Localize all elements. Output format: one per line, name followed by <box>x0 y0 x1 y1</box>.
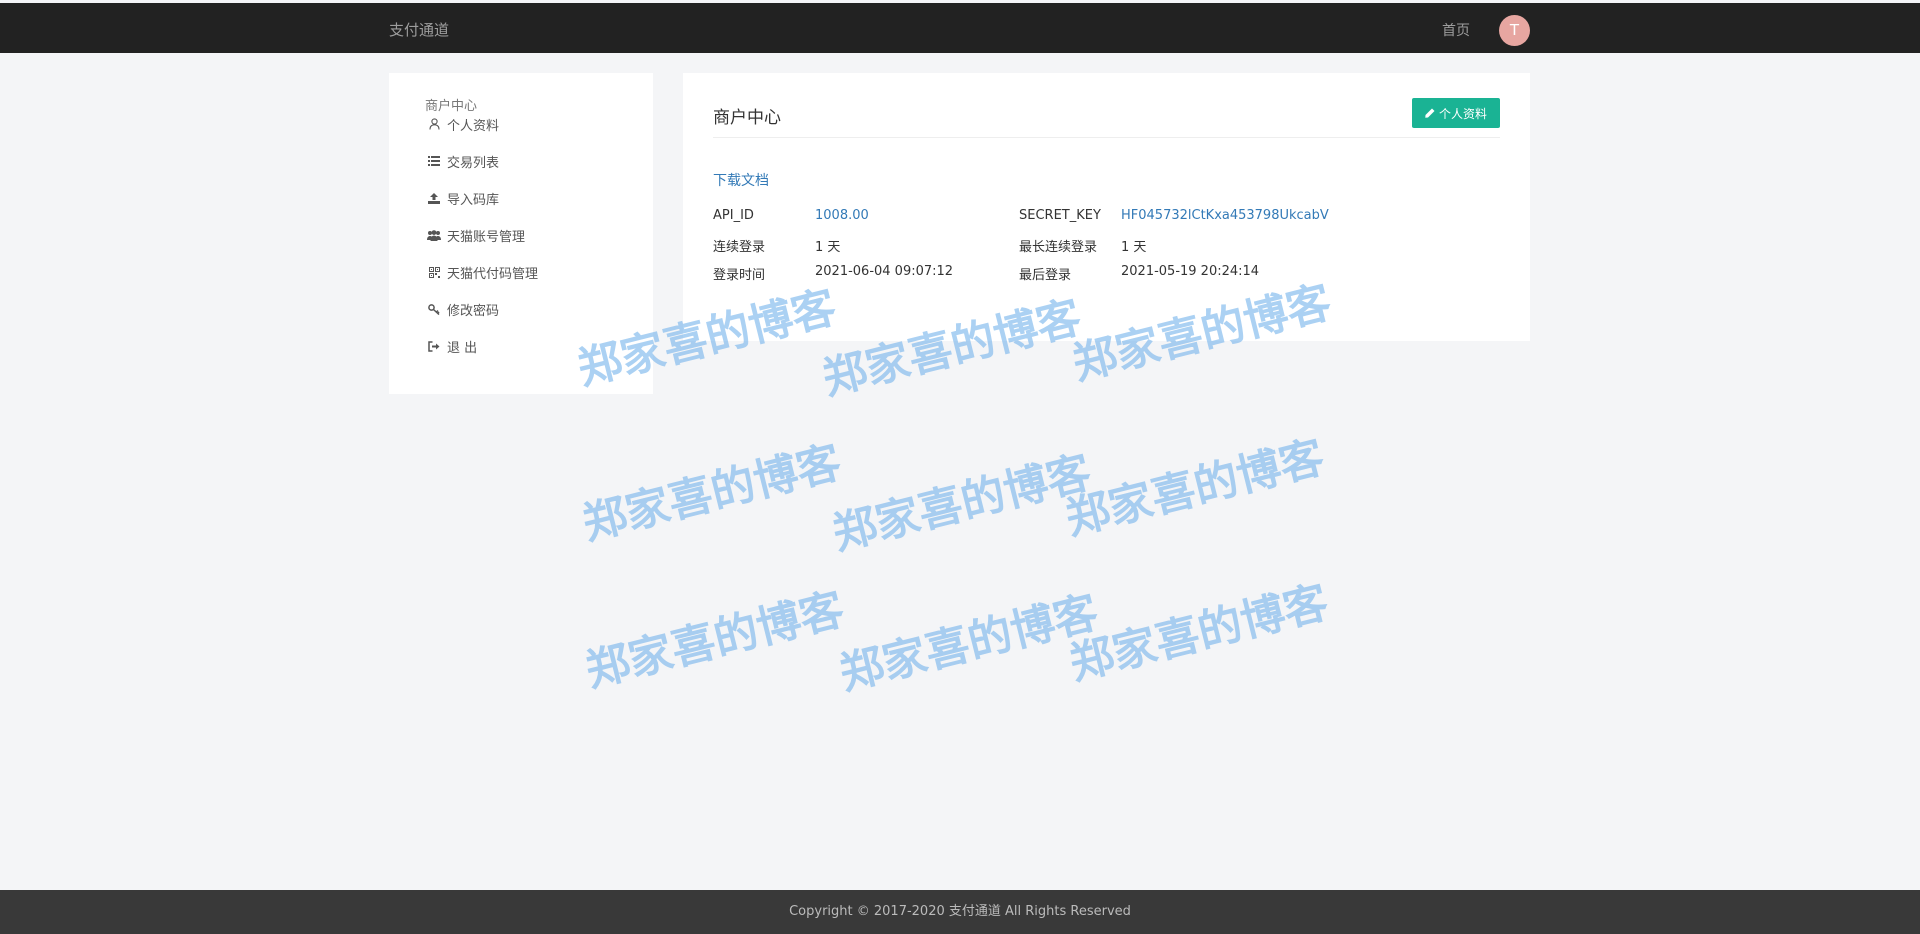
consecutive-login-value: 1 天 <box>815 240 841 255</box>
sidebar-item-transactions[interactable]: 交易列表 <box>427 150 499 172</box>
sidebar-item-change-password[interactable]: 修改密码 <box>427 298 499 320</box>
upload-icon <box>427 191 441 205</box>
profile-button-label: 个人资料 <box>1438 106 1487 121</box>
sidebar-heading: 商户中心 <box>425 99 478 114</box>
login-time-value: 2021-06-04 09:07:12 <box>815 264 954 279</box>
sidebar-item-label: 修改密码 <box>447 303 500 319</box>
longest-login-value: 1 天 <box>1121 240 1147 255</box>
footer: Copyright © 2017-2020 支付通道 All Rights Re… <box>0 890 1920 934</box>
copyright-text: Copyright © 2017-2020 支付通道 All Rights Re… <box>789 904 1131 919</box>
sidebar-item-logout[interactable]: 退 出 <box>427 335 477 357</box>
nav-home-link[interactable]: 首页 <box>1442 20 1470 40</box>
top-navbar: 支付通道 首页 T <box>0 3 1920 53</box>
secret-key-value: HF045732lCtKxa453798UkcabV <box>1121 208 1329 223</box>
last-login-value: 2021-05-19 20:24:14 <box>1121 264 1260 279</box>
watermark: 郑家喜的博客 <box>1060 431 1330 546</box>
page-title: 商户中心 <box>713 108 781 128</box>
watermark: 郑家喜的博客 <box>577 436 847 551</box>
user-avatar[interactable]: T <box>1499 15 1530 46</box>
divider <box>713 137 1500 138</box>
sidebar-item-import[interactable]: 导入码库 <box>427 187 499 209</box>
sidebar: 商户中心 个人资料 交易列表 导入码库 天猫账号管理 天猫代付码管理 修改密码 … <box>389 73 653 394</box>
watermark: 郑家喜的博客 <box>834 586 1104 701</box>
login-time-label: 登录时间 <box>713 268 766 283</box>
sidebar-item-label: 天猫账号管理 <box>447 229 526 245</box>
watermark: 郑家喜的博客 <box>1064 576 1334 691</box>
user-icon <box>427 117 441 131</box>
watermark: 郑家喜的博客 <box>827 446 1097 561</box>
sidebar-item-label: 退 出 <box>447 340 478 356</box>
sidebar-item-label: 个人资料 <box>447 118 500 134</box>
sidebar-item-label: 导入码库 <box>447 192 500 208</box>
watermark: 郑家喜的博客 <box>580 583 850 698</box>
pencil-icon <box>1425 108 1435 118</box>
users-icon <box>427 228 441 242</box>
qrcode-icon <box>427 265 441 279</box>
last-login-label: 最后登录 <box>1019 268 1072 283</box>
merchant-center-panel: 商户中心 个人资料 下载文档 API_ID 1008.00 SECRET_KEY… <box>683 73 1530 341</box>
sidebar-item-profile[interactable]: 个人资料 <box>427 113 499 135</box>
sidebar-item-label: 天猫代付码管理 <box>447 266 539 282</box>
api-id-value: 1008.00 <box>815 208 869 223</box>
sidebar-item-tmall-paycodes[interactable]: 天猫代付码管理 <box>427 261 538 283</box>
sidebar-item-tmall-accounts[interactable]: 天猫账号管理 <box>427 224 525 246</box>
profile-button[interactable]: 个人资料 <box>1412 98 1500 128</box>
consecutive-login-label: 连续登录 <box>713 240 766 255</box>
api-id-label: API_ID <box>713 208 754 223</box>
secret-key-label: SECRET_KEY <box>1019 208 1101 223</box>
sidebar-item-label: 交易列表 <box>447 155 500 171</box>
longest-login-label: 最长连续登录 <box>1019 240 1098 255</box>
download-docs-link[interactable]: 下载文档 <box>713 170 769 190</box>
list-icon <box>427 154 441 168</box>
key-icon <box>427 302 441 316</box>
sign-out-icon <box>427 339 441 353</box>
brand-link[interactable]: 支付通道 <box>389 19 449 40</box>
